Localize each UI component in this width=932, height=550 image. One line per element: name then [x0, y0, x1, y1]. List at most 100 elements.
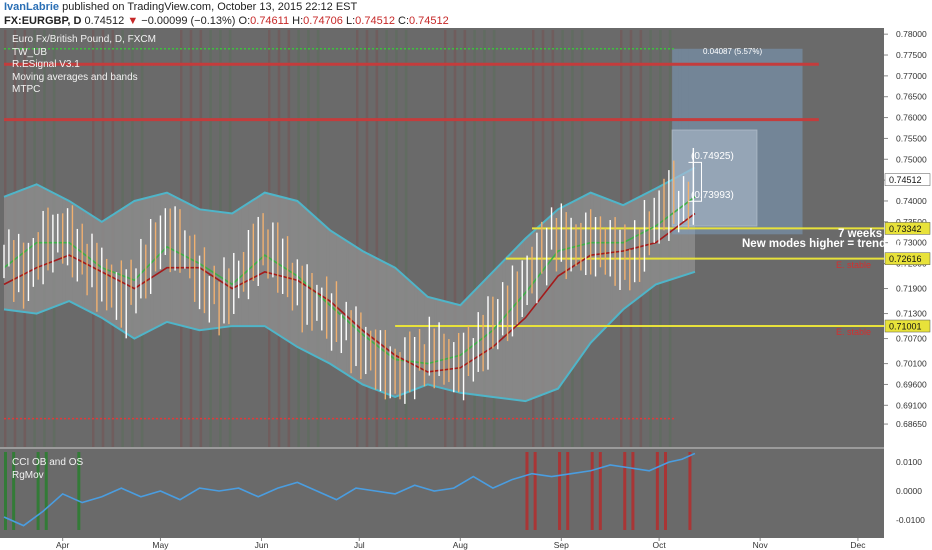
cci-stripe: [598, 452, 602, 530]
cci-stripe: [240, 452, 244, 530]
publish-text: published on TradingView.com, October 13…: [59, 1, 358, 13]
cci-stripe: [175, 452, 179, 530]
indicator-cci[interactable]: CCI OB and OS: [12, 457, 83, 470]
cci-stripe: [655, 452, 659, 530]
bracket-low-label: (0.73993): [691, 190, 734, 201]
cci-stripe: [631, 452, 635, 530]
cci-stripe: [329, 452, 333, 530]
x-tick-label: Sep: [554, 540, 569, 550]
y-tick-label: 0.69600: [896, 379, 927, 389]
projection-label: 0.04087 (5.57%): [703, 47, 763, 56]
signal-stripe: [346, 30, 349, 447]
modes-annotation: New modes higher = trend up: [742, 238, 904, 250]
last-price: 0.74512: [84, 15, 125, 27]
x-tick-label: Nov: [753, 540, 769, 550]
cci-stripe: [264, 452, 268, 530]
y-tick-label: 0.70100: [896, 359, 927, 369]
target-box: [671, 129, 758, 227]
x-tick-label: May: [152, 540, 169, 550]
cci-stripe: [460, 452, 464, 530]
y-tick-label: 0.70700: [896, 334, 927, 344]
red-annotation-2: E. stable: [836, 327, 872, 337]
time-axis-background: [0, 538, 884, 550]
bracket-high-label: (0.74925): [691, 151, 734, 162]
high-value: 0.74706: [303, 15, 343, 27]
x-tick-label: Jun: [255, 540, 269, 550]
high-label: H:: [292, 15, 304, 27]
cci-stripe: [395, 452, 399, 530]
price-chart[interactable]: 0.78000 0.77500 0.77000 0.76500 0.76000 0.755…: [0, 28, 932, 550]
x-tick-label: Oct: [652, 540, 666, 550]
x-tick-label: Jul: [354, 540, 365, 550]
y-tick-label: 0.77500: [896, 50, 927, 60]
indicator-moving-averages[interactable]: Moving averages and bands: [12, 72, 156, 85]
close-value: 0.74512: [409, 15, 449, 27]
y-tick-label: 0.75500: [896, 133, 927, 143]
y-tick-label: 0.76000: [896, 113, 927, 123]
y-tick-label: 0.76500: [896, 92, 927, 102]
y-tick-label: 0.74000: [896, 196, 927, 206]
cci-stripe: [305, 452, 309, 530]
signal-stripe: [356, 30, 359, 447]
cci-stripe: [362, 452, 366, 530]
indicator-rgmov[interactable]: RgMov: [12, 470, 83, 483]
cci-stripe: [272, 452, 276, 530]
close-label: C:: [398, 15, 409, 27]
cci-stripe: [199, 452, 203, 530]
cci-stripe: [338, 452, 342, 530]
cci-stripe: [109, 452, 113, 530]
cci-stripe: [403, 452, 407, 530]
low-label: L:: [345, 15, 356, 27]
cci-stripe: [688, 452, 692, 530]
cci-stripe: [134, 452, 138, 530]
cci-stripe: [566, 452, 570, 530]
cci-stripe: [558, 452, 562, 530]
price-tag-label: 0.72616: [889, 254, 922, 264]
sub-y-tick-label: 0.0100: [896, 457, 922, 467]
y-tick-label: 0.69100: [896, 400, 927, 410]
indicator-legend: Euro Fx/British Pound, D, FXCM TW_UB R.E…: [12, 34, 156, 97]
cci-stripe: [492, 452, 496, 530]
indicator-tw-ub[interactable]: TW_UB: [12, 47, 156, 60]
sub-y-tick-label: -0.0100: [896, 515, 925, 525]
change-down-icon: ▼: [127, 15, 139, 27]
y-tick-label: 0.78000: [896, 29, 927, 39]
cci-stripe: [207, 452, 211, 530]
cci-stripe: [297, 452, 301, 530]
publish-line: IvanLabrie published on TradingView.com,…: [4, 1, 357, 13]
open-label: O:: [238, 15, 251, 27]
price-change: −0.00099 (−0.13%): [141, 15, 236, 27]
y-tick-label: 0.75000: [896, 154, 927, 164]
author-link[interactable]: IvanLabrie: [4, 1, 59, 13]
symbol-line: FX:EURGBP, D 0.74512 ▼ −0.00099 (−0.13%)…: [4, 15, 449, 27]
cci-stripe: [501, 452, 505, 530]
price-tag-label: 0.71001: [889, 322, 922, 332]
price-tag-label: 0.74512: [889, 175, 922, 185]
cci-stripe: [525, 452, 529, 530]
sub-indicator-legend: CCI OB and OS RgMov: [12, 457, 83, 482]
x-tick-label: Apr: [56, 540, 69, 550]
cci-stripe: [232, 452, 236, 530]
y-tick-label: 0.68650: [896, 419, 927, 429]
cci-stripe: [427, 452, 431, 530]
symbol-label: FX:EURGBP, D: [4, 15, 82, 27]
open-value: 0.74611: [250, 15, 290, 27]
price-tag-label: 0.73342: [889, 224, 922, 234]
cci-stripe: [533, 452, 537, 530]
y-tick-label: 0.77000: [896, 71, 927, 81]
cci-stripe: [166, 452, 170, 530]
cci-stripe: [590, 452, 594, 530]
y-tick-label: 0.71300: [896, 309, 927, 319]
red-annotation-1: E. stable: [836, 260, 872, 270]
chart-title: Euro Fx/British Pound, D, FXCM: [12, 34, 156, 45]
cci-stripe: [101, 452, 105, 530]
cci-stripe: [142, 452, 146, 530]
x-tick-label: Dec: [850, 540, 866, 550]
y-tick-label: 0.71900: [896, 284, 927, 294]
indicator-mtpc[interactable]: MTPC: [12, 84, 156, 97]
cci-stripe: [623, 452, 627, 530]
low-value: 0.74512: [355, 15, 395, 27]
sub-y-tick-label: 0.0000: [896, 486, 922, 496]
cci-stripe: [468, 452, 472, 530]
indicator-resignal[interactable]: R.ESignal V3.1: [12, 59, 156, 72]
